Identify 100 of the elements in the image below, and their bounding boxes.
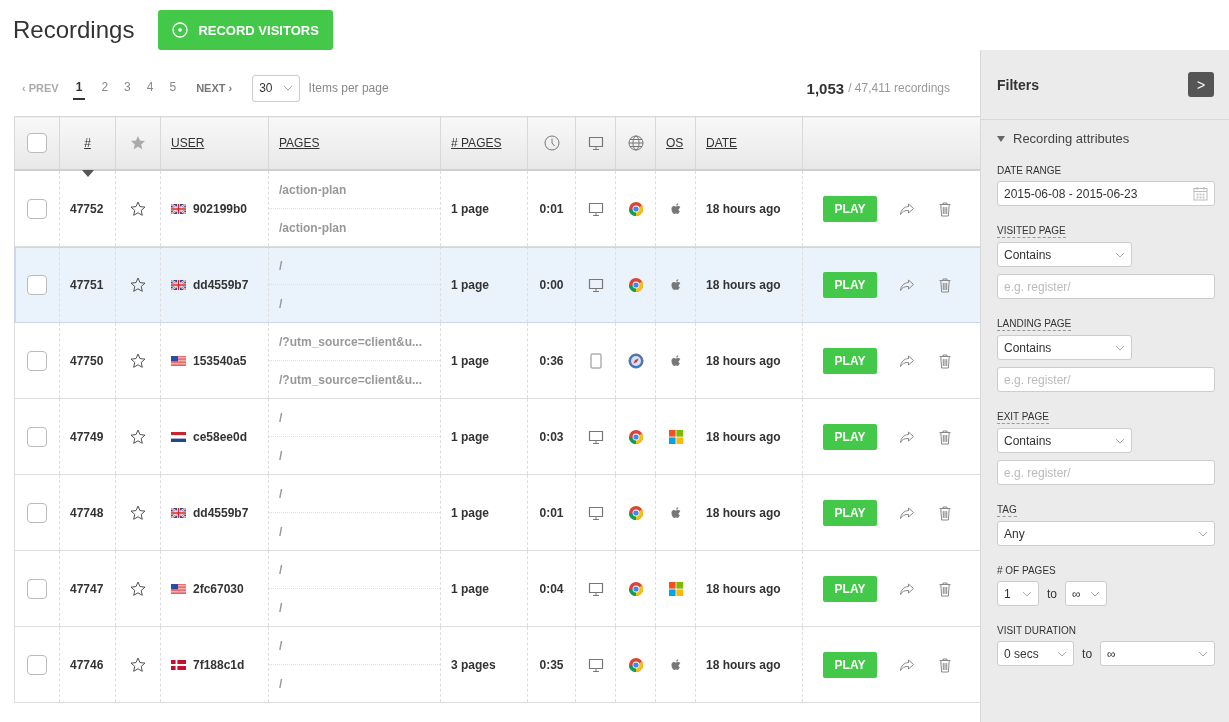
range-from-select[interactable]: 1: [997, 581, 1039, 606]
share-icon[interactable]: [899, 276, 915, 293]
row-checkbox[interactable]: [27, 654, 47, 675]
duration: 0:03: [539, 429, 564, 444]
caret-icon: [1057, 650, 1068, 657]
calendar-icon[interactable]: [1193, 186, 1208, 201]
duration: 0:00: [539, 277, 564, 292]
trash-icon[interactable]: [937, 352, 953, 369]
column-header[interactable]: OS: [666, 136, 684, 150]
star-icon[interactable]: [130, 135, 146, 151]
recording-date: 18 hours ago: [706, 505, 781, 520]
column-header[interactable]: USER: [171, 136, 205, 150]
page-input-field[interactable]: e.g. register/: [997, 460, 1215, 485]
range-to-select[interactable]: ∞: [1100, 641, 1215, 666]
page-count: 1 page: [451, 201, 489, 216]
page-link[interactable]: 1: [72, 76, 86, 100]
trash-icon[interactable]: [937, 200, 953, 217]
page-input-field[interactable]: e.g. register/: [997, 367, 1215, 392]
star-icon[interactable]: [130, 200, 146, 217]
range-to-label: to: [1047, 586, 1057, 601]
caret-icon: [1115, 437, 1125, 444]
page-count: 1 page: [451, 429, 489, 444]
operator-select[interactable]: Contains: [997, 335, 1132, 360]
page-link[interactable]: 4: [146, 76, 154, 100]
operator-select[interactable]: Contains: [997, 428, 1132, 453]
page-count: 3 pages: [451, 657, 496, 672]
column-header[interactable]: #: [84, 136, 91, 150]
next-link[interactable]: NEXT ›: [196, 82, 233, 94]
page-path: /: [269, 551, 440, 589]
page-input-field[interactable]: e.g. register/: [997, 274, 1215, 299]
date-range-field[interactable]: 2015-06-08 - 2015-06-23: [997, 181, 1215, 206]
column-header[interactable]: DATE: [706, 136, 738, 150]
row-checkbox[interactable]: [27, 350, 47, 371]
browser-icon: [627, 580, 644, 597]
user-id: 153540a5: [193, 353, 247, 368]
page-link[interactable]: 3: [124, 76, 131, 100]
star-icon[interactable]: [130, 352, 146, 369]
range-from-select[interactable]: 0 secs: [997, 641, 1075, 666]
trash-icon[interactable]: [937, 656, 953, 673]
recording-id: 47747: [70, 581, 104, 596]
trash-icon[interactable]: [937, 580, 953, 597]
flag-icon: [171, 355, 186, 366]
flag-icon: [171, 279, 186, 290]
share-icon[interactable]: [899, 200, 915, 217]
trash-icon[interactable]: [937, 428, 953, 445]
duration: 0:35: [539, 657, 564, 672]
page-link[interactable]: 2: [101, 76, 109, 100]
disclosure-triangle-icon[interactable]: [997, 135, 1005, 142]
share-icon[interactable]: [899, 656, 915, 673]
operator-select[interactable]: Contains: [997, 242, 1132, 267]
monitor-icon: [587, 656, 604, 673]
trash-icon[interactable]: [937, 276, 953, 293]
row-checkbox[interactable]: [27, 502, 47, 523]
star-icon[interactable]: [130, 428, 146, 445]
monitor-icon: [587, 428, 604, 445]
duration: 0:04: [539, 581, 564, 596]
section-title[interactable]: Recording attributes: [1013, 131, 1130, 146]
recording-id: 47752: [70, 201, 104, 216]
monitor-icon[interactable]: [587, 135, 604, 151]
globe-icon[interactable]: [627, 135, 644, 151]
share-icon[interactable]: [899, 504, 915, 521]
trash-icon[interactable]: [937, 504, 953, 521]
page-path: /: [278, 447, 284, 465]
share-icon[interactable]: [899, 428, 915, 445]
row-checkbox[interactable]: [27, 198, 47, 219]
page-path: /: [269, 475, 440, 513]
browser-icon: [627, 428, 644, 445]
caret-icon: [1022, 590, 1032, 597]
row-checkbox[interactable]: [27, 578, 47, 599]
page-count: 1 page: [451, 277, 489, 292]
collapse-button[interactable]: >: [1188, 72, 1214, 97]
user-id: 2fc67030: [193, 581, 244, 596]
column-header[interactable]: PAGES: [279, 136, 320, 150]
user-id: 902199b0: [193, 201, 248, 216]
items-per-page-select[interactable]: 30: [252, 74, 300, 102]
duration: 0:01: [539, 505, 564, 520]
select-all-checkbox[interactable]: [27, 133, 47, 153]
row-checkbox[interactable]: [27, 426, 47, 447]
tablet-icon: [587, 352, 604, 369]
filters-title: Filters: [997, 76, 1039, 93]
column-header[interactable]: # PAGES: [451, 136, 502, 150]
range-to-label: to: [1082, 646, 1093, 661]
caret-icon: [1198, 650, 1208, 657]
row-checkbox[interactable]: [27, 274, 47, 295]
tag-select[interactable]: Any: [997, 521, 1215, 546]
star-icon[interactable]: [130, 276, 146, 293]
windows-icon: [667, 580, 684, 597]
page-link[interactable]: 5: [169, 76, 177, 100]
star-icon[interactable]: [130, 656, 146, 673]
share-icon[interactable]: [899, 580, 915, 597]
duration: 0:36: [539, 353, 564, 368]
star-icon[interactable]: [130, 580, 146, 597]
clock-icon[interactable]: [543, 135, 560, 151]
flag-icon: [171, 659, 186, 670]
user-id: 7f188c1d: [193, 657, 245, 672]
page-count: 1 page: [451, 353, 489, 368]
filter-label: VISITED PAGE: [997, 225, 1066, 238]
share-icon[interactable]: [899, 352, 915, 369]
star-icon[interactable]: [130, 504, 146, 521]
range-to-select[interactable]: ∞: [1065, 581, 1107, 606]
